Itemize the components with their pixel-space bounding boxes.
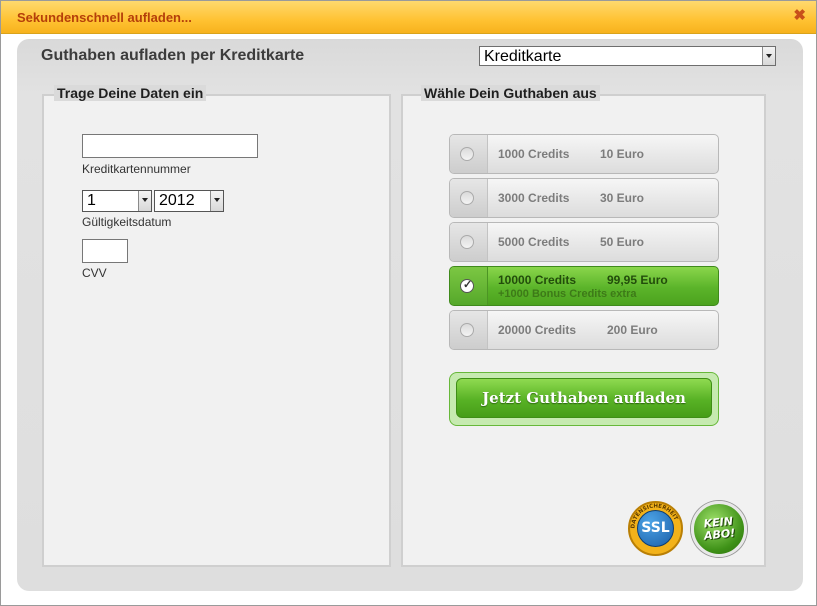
credit-option-20000[interactable]: 20000 Credits 200 Euro	[449, 310, 719, 350]
option-price: 99,95 Euro	[607, 273, 668, 287]
option-price: 30 Euro	[600, 191, 645, 205]
credit-option-3000[interactable]: 3000 Credits 30 Euro	[449, 178, 719, 218]
option-credits: 20000 Credits	[498, 323, 577, 337]
chevron-down-icon[interactable]	[210, 191, 223, 211]
cvv-input[interactable]	[82, 239, 128, 263]
credit-option-1000[interactable]: 1000 Credits 10 Euro	[449, 134, 719, 174]
chevron-down-icon[interactable]	[138, 191, 151, 211]
topup-dialog: Sekundenschnell aufladen... ✖ Guthaben a…	[0, 0, 817, 606]
chevron-down-icon[interactable]	[762, 47, 775, 65]
close-icon[interactable]: ✖	[793, 8, 806, 24]
cvv-label: CVV	[82, 266, 107, 280]
card-number-input[interactable]	[82, 134, 258, 158]
option-credits: 5000 Credits	[498, 235, 570, 249]
no-subscription-badge-icon: KEIN ABO!	[691, 501, 747, 557]
radio-button[interactable]	[460, 235, 474, 249]
card-data-legend: Trage Deine Daten ein	[54, 85, 207, 101]
radio-button[interactable]	[460, 323, 474, 337]
option-credits: 3000 Credits	[498, 191, 570, 205]
card-number-label: Kreditkartennummer	[82, 162, 191, 176]
option-bonus: +1000 Bonus Credits extra	[498, 288, 637, 300]
expiry-label: Gültigkeitsdatum	[82, 215, 172, 229]
checked-radio-icon[interactable]	[460, 278, 474, 293]
payment-method-select[interactable]: Kreditkarte	[479, 46, 776, 66]
ssl-seal-icon: DATENSICHERHEIT SSL	[628, 501, 683, 556]
credit-selection-legend: Wähle Dein Guthaben aus	[421, 85, 600, 101]
option-price: 10 Euro	[600, 147, 645, 161]
expiry-month-value: 1	[87, 192, 96, 209]
credit-option-5000[interactable]: 5000 Credits 50 Euro	[449, 222, 719, 262]
dialog-title: Sekundenschnell aufladen...	[17, 10, 192, 25]
radio-button[interactable]	[460, 147, 474, 161]
expiry-month-select[interactable]: 1	[82, 190, 152, 212]
abo-line2: ABO!	[703, 526, 736, 543]
page-title: Guthaben aufladen per Kreditkarte	[41, 47, 305, 64]
expiry-year-value: 2012	[159, 192, 195, 209]
radio-button[interactable]	[460, 191, 474, 205]
title-bar: Sekundenschnell aufladen... ✖	[1, 1, 816, 34]
submit-topup-button[interactable]: Jetzt Guthaben aufladen	[456, 378, 712, 418]
ssl-label: SSL	[641, 520, 670, 536]
option-credits: 1000 Credits	[498, 147, 570, 161]
credit-option-10000[interactable]: 10000 Credits 99,95 Euro +1000 Bonus Cre…	[449, 266, 719, 306]
submit-button-frame: Jetzt Guthaben aufladen	[449, 372, 719, 426]
option-credits: 10000 Credits	[498, 273, 577, 287]
expiry-year-select[interactable]: 2012	[154, 190, 224, 212]
option-price: 50 Euro	[600, 235, 645, 249]
payment-method-value: Kreditkarte	[484, 48, 562, 65]
option-price: 200 Euro	[607, 323, 658, 337]
